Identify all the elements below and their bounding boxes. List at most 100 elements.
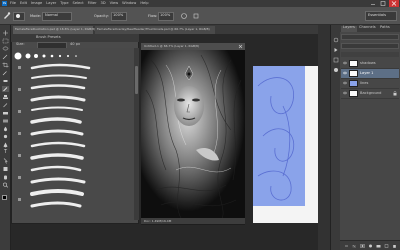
shape-icon[interactable]	[2, 166, 9, 172]
menu-edit[interactable]: Edit	[20, 1, 27, 6]
pressure-icon[interactable]	[192, 12, 200, 20]
foreground-color-swatch[interactable]	[2, 195, 7, 200]
layer-row-background[interactable]: Background	[341, 89, 399, 99]
properties-icon[interactable]	[333, 57, 339, 63]
eye-icon[interactable]	[343, 81, 347, 85]
mode-select[interactable]: Normal	[42, 12, 72, 21]
menu-help[interactable]: Help	[140, 1, 148, 6]
menu-image[interactable]: Image	[31, 1, 42, 6]
opacity-field[interactable]: 100%	[111, 12, 127, 21]
healing-icon[interactable]	[2, 78, 9, 84]
tab-channels[interactable]: Channels	[357, 25, 378, 32]
menu-file[interactable]: File	[10, 1, 16, 6]
menu-filter[interactable]: Filter	[88, 1, 97, 6]
pen-icon[interactable]	[2, 142, 9, 148]
layer-name: shadows	[360, 61, 376, 65]
close-icon[interactable]	[238, 44, 243, 49]
lock-fill-bar	[341, 52, 399, 57]
brush-panel-header: Brush Presets	[11, 34, 139, 42]
eraser-icon[interactable]	[2, 110, 9, 116]
new-layer-icon[interactable]	[384, 244, 389, 248]
layer-name: lines	[360, 81, 369, 85]
brush-icon[interactable]	[2, 11, 11, 20]
eyedropper-icon[interactable]	[2, 70, 9, 76]
brush-tool-icon[interactable]	[2, 86, 9, 92]
layer-row-shadows[interactable]: shadows	[341, 59, 399, 69]
workspace-select[interactable]: Essentials	[365, 11, 397, 21]
eye-icon[interactable]	[343, 71, 347, 75]
brush-size-picker[interactable]	[13, 12, 25, 21]
flow-field[interactable]: 100%	[158, 12, 174, 21]
layers-panel-footer: fx	[340, 240, 400, 250]
size-value: 40 px	[70, 42, 81, 46]
layer-filter-bar[interactable]	[341, 34, 399, 40]
layers-panel-tabs: Layers Channels Paths	[340, 25, 400, 32]
layer-row-lines[interactable]: lines	[341, 79, 399, 89]
lasso-icon[interactable]	[2, 46, 9, 52]
adjustment-layer-icon[interactable]	[368, 244, 373, 248]
layer-name: Background	[360, 91, 382, 95]
sketch-canvas[interactable]	[253, 66, 318, 223]
layer-row-layer-1[interactable]: Layer 1	[341, 69, 399, 79]
maximize-icon[interactable]	[378, 0, 388, 7]
layer-thumbnail	[349, 70, 358, 77]
menu-window[interactable]: Window	[122, 1, 136, 6]
lock-icon	[393, 91, 397, 96]
menu-layer[interactable]: Layer	[46, 1, 56, 6]
menu-view[interactable]: View	[110, 1, 119, 6]
dodge-icon[interactable]	[2, 134, 9, 140]
folder-icon[interactable]	[376, 244, 381, 248]
link-icon[interactable]	[344, 244, 349, 248]
doc-size-status: Doc: 1.49M/16.4M	[144, 218, 172, 223]
close-icon[interactable]	[389, 0, 399, 7]
history-icon[interactable]	[333, 37, 339, 43]
path-select-icon[interactable]	[2, 158, 9, 164]
layer-name: Layer 1	[360, 71, 374, 75]
menu-type[interactable]: Type	[60, 1, 68, 6]
tab-paths[interactable]: Paths	[378, 25, 392, 32]
hand-icon[interactable]	[2, 174, 9, 180]
menu-3d[interactable]: 3D	[101, 1, 106, 6]
minimize-icon[interactable]	[368, 0, 378, 7]
flow-label: Flow:	[148, 14, 158, 18]
trash-icon[interactable]	[392, 244, 397, 248]
tab-female-face-illustration[interactable]: FemaleFaceIllustration.psd @ 16.6% (Laye…	[13, 26, 95, 34]
stamp-icon[interactable]	[2, 94, 9, 100]
eye-icon[interactable]	[343, 61, 347, 65]
brush-list-scroll-thumb[interactable]	[135, 66, 138, 94]
tab-layers[interactable]: Layers	[341, 25, 357, 32]
photo-window-titlebar[interactable]: Untitled-1 @ 66.7% (Layer 1, RGB/8)	[141, 43, 245, 50]
layer-thumbnail	[349, 80, 358, 87]
tab-female-face-overlay[interactable]: FemaleFaceOverlay/ReelHeader/Thumbnails.…	[95, 26, 215, 34]
menu-bar: Ps File Edit Image Layer Type Select Fil…	[0, 0, 400, 7]
marquee-icon[interactable]	[2, 38, 9, 44]
brush-presets-tab[interactable]: Brush Presets	[36, 35, 61, 40]
fx-icon[interactable]: fx	[352, 244, 357, 249]
move-icon[interactable]	[2, 30, 9, 36]
document-scroll-area	[318, 25, 330, 250]
adjustments-icon[interactable]	[333, 67, 339, 73]
photo-window-title: Untitled-1 @ 66.7% (Layer 1, RGB/8)	[144, 44, 200, 48]
svg-text:fx: fx	[353, 245, 356, 249]
blur-icon[interactable]	[2, 126, 9, 132]
mask-icon[interactable]	[360, 244, 365, 248]
size-label: Size:	[16, 42, 25, 46]
tools-panel: T	[0, 25, 11, 250]
menu-select[interactable]: Select	[73, 1, 84, 6]
text-icon[interactable]: T	[2, 150, 9, 156]
panel-dock	[330, 25, 340, 250]
layer-thumbnail	[349, 90, 358, 97]
eye-icon[interactable]	[343, 91, 347, 95]
photo-window-statusbar: Doc: 1.49M/16.4M	[141, 218, 245, 224]
actions-icon[interactable]	[333, 47, 339, 53]
woman-portrait-photo[interactable]	[141, 50, 245, 221]
brush-list[interactable]	[14, 48, 134, 220]
blend-opacity-bar[interactable]	[341, 43, 399, 49]
mode-label: Mode:	[30, 14, 42, 18]
zoom-icon[interactable]	[2, 182, 9, 188]
airbrush-icon[interactable]	[180, 12, 188, 20]
crop-icon[interactable]	[2, 62, 9, 68]
gradient-icon[interactable]	[2, 118, 9, 124]
magic-wand-icon[interactable]	[2, 54, 9, 60]
history-brush-icon[interactable]	[2, 102, 9, 108]
